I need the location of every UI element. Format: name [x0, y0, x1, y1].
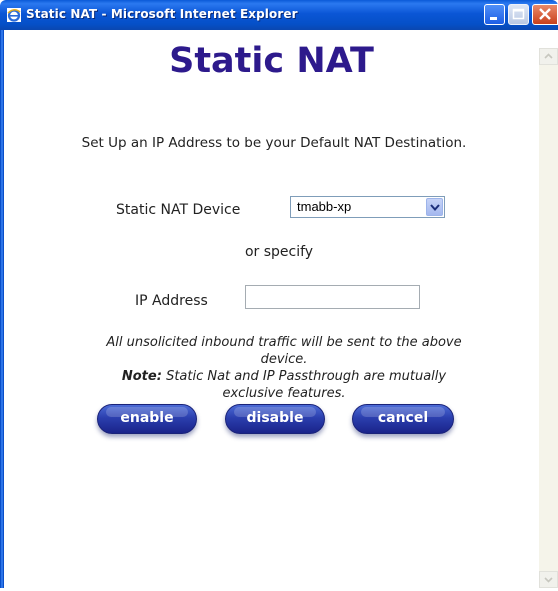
note-body: Static Nat and IP Passthrough are mutual… — [166, 369, 447, 401]
note-label: Note: — [121, 369, 162, 384]
page-content: Static NAT Set Up an IP Address to be yo… — [4, 30, 539, 588]
ie-icon — [6, 7, 22, 23]
scroll-down-button[interactable] — [539, 571, 558, 588]
selected-device: tmabb-xp — [297, 199, 352, 214]
close-button[interactable] — [532, 4, 558, 25]
enable-button[interactable]: enable — [97, 404, 197, 434]
static-nat-device-select[interactable]: tmabb-xp — [290, 196, 445, 218]
window-title: Static NAT - Microsoft Internet Explorer — [26, 7, 298, 21]
window-titlebar[interactable]: Static NAT - Microsoft Internet Explorer — [0, 0, 558, 30]
note-line-1: All unsolicited inbound traffic will be … — [106, 335, 462, 367]
ip-address-label: IP Address — [135, 293, 208, 309]
minimize-button[interactable] — [484, 4, 505, 25]
scroll-up-button[interactable] — [539, 48, 558, 65]
maximize-icon — [512, 8, 525, 20]
close-icon — [539, 8, 551, 20]
static-nat-device-label: Static NAT Device — [116, 202, 241, 218]
vertical-scrollbar[interactable] — [539, 48, 558, 588]
disable-button[interactable]: disable — [225, 404, 325, 434]
note-text: All unsolicited inbound traffic will be … — [94, 334, 474, 402]
page-title: Static NAT — [169, 41, 374, 81]
maximize-button[interactable] — [508, 4, 529, 25]
ip-address-input[interactable] — [245, 285, 420, 309]
or-specify-text: or specify — [244, 244, 314, 260]
minimize-icon — [490, 17, 497, 20]
chevron-down-icon — [544, 577, 553, 583]
dropdown-button[interactable] — [426, 198, 443, 216]
chevron-down-icon — [430, 204, 440, 212]
chevron-up-icon — [544, 53, 553, 59]
intro-text: Set Up an IP Address to be your Default … — [81, 135, 467, 151]
cancel-button[interactable]: cancel — [352, 404, 454, 434]
